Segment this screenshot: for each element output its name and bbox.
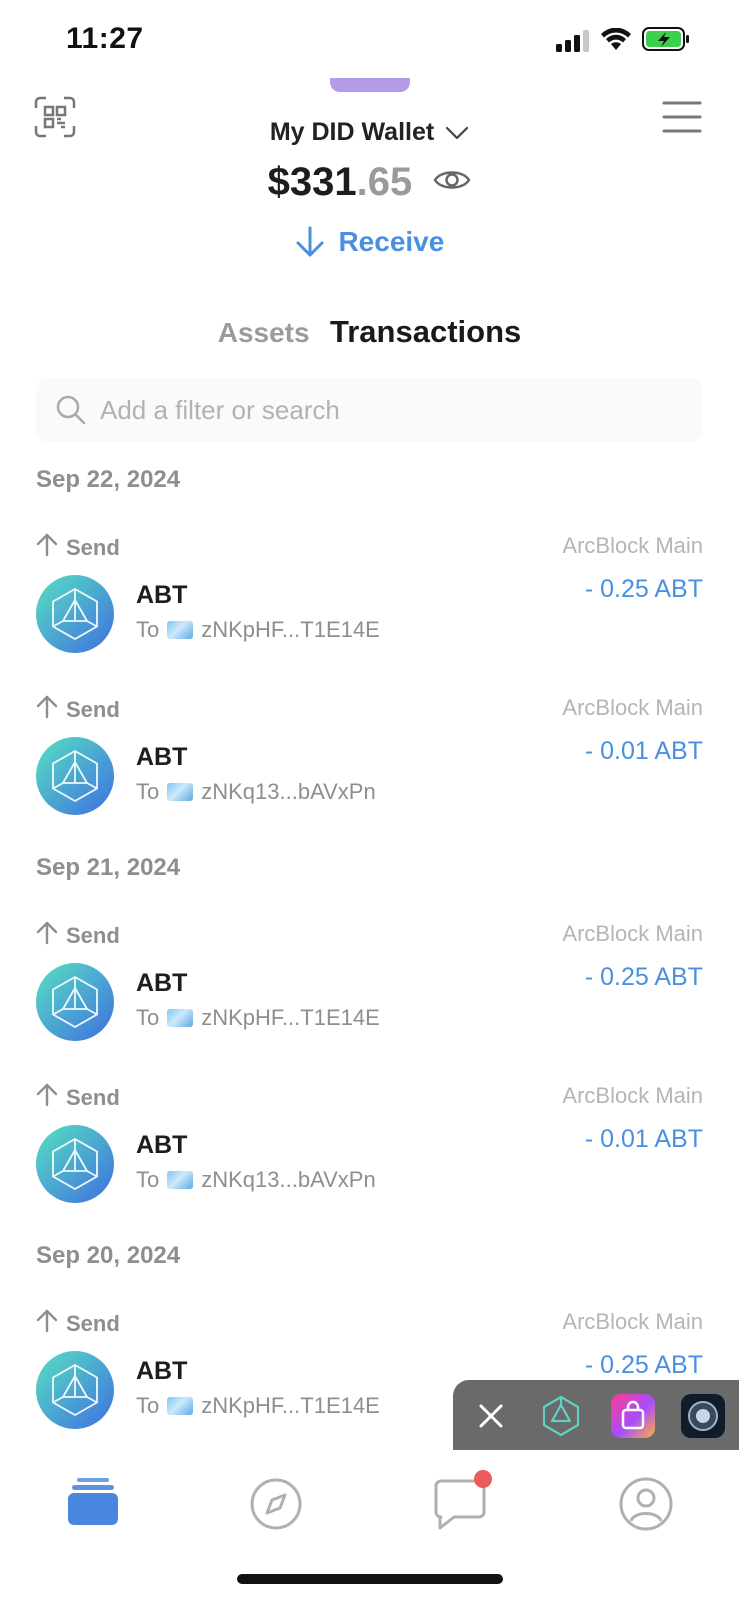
receive-button[interactable]: Receive [0,226,739,260]
abt-token-icon [36,1125,114,1203]
tx-address: zNKq13...bAVxPn [201,779,376,804]
dark-app-icon[interactable] [681,1394,725,1438]
search-bar[interactable] [36,378,703,442]
tx-amount: - 0.25 ABT [584,1351,703,1379]
abt-token-icon [36,963,114,1041]
tx-type-label: Send [66,1085,120,1110]
tx-type-label: Send [66,1311,120,1336]
receive-label: Receive [338,226,445,257]
battery-icon [642,27,689,51]
arrow-up-icon [36,1083,66,1113]
tx-to-prefix: To [136,1393,160,1418]
profile-icon [619,1477,673,1531]
wallet-name: My DID Wallet [269,118,435,146]
tab-assets[interactable]: Assets [218,317,310,349]
tx-to-prefix: To [136,1005,160,1030]
tx-token: ABT [136,581,188,609]
tx-type: Send [36,533,120,563]
tx-to-prefix: To [136,1167,160,1192]
tx-type-label: Send [66,697,120,722]
tx-chain: ArcBlock Main [562,1309,703,1334]
arrow-up-icon [36,921,66,951]
address-avatar-icon [167,783,194,801]
wallet-avatar[interactable] [330,78,410,92]
abt-token-icon [36,737,114,815]
tx-to-prefix: To [136,779,160,804]
address-avatar-icon [167,621,194,639]
arrow-up-icon [36,695,66,725]
tx-amount: - 0.01 ABT [584,737,703,765]
nav-profile[interactable] [616,1474,676,1534]
transaction-item[interactable]: Send ArcBlock Main ABT To zNKq13...bAVxPn - 0… [0,1069,739,1231]
wifi-icon [601,28,631,50]
address-avatar-icon [167,1009,194,1027]
tx-token: ABT [136,1131,188,1159]
chevron-down-icon [446,127,469,140]
tx-type: Send [36,1309,120,1339]
signal-icon [556,30,589,52]
tx-recipient: To zNKq13...bAVxPn [136,1167,376,1193]
tx-recipient: To zNKpHF...T1E14E [136,1393,380,1419]
arrow-up-icon [36,533,66,563]
tx-token: ABT [136,969,188,997]
tx-chain: ArcBlock Main [562,533,703,558]
arrow-up-icon [36,1309,66,1339]
tx-address: zNKpHF...T1E14E [201,1005,380,1030]
store-app-icon[interactable] [611,1394,655,1438]
tx-address: zNKpHF...T1E14E [201,617,380,642]
tx-amount: - 0.25 ABT [584,963,703,991]
floating-app-panel [453,1380,739,1452]
transaction-item[interactable]: Send ArcBlock Main ABT To zNKpHF...T1E14E - 0… [0,519,739,681]
tx-chain: ArcBlock Main [562,695,703,720]
status-bar: 11:27 [0,0,739,80]
tx-token: ABT [136,1357,188,1385]
abt-app-icon[interactable] [539,1394,583,1438]
date-header: Sep 21, 2024 [36,854,181,881]
transaction-item[interactable]: Send ArcBlock Main ABT To zNKpHF...T1E14E - 0… [0,907,739,1069]
wallet-selector[interactable]: My DID Wallet [0,118,739,147]
abt-token-icon [36,575,114,653]
balance-integer: $331 [267,160,357,204]
tx-recipient: To zNKq13...bAVxPn [136,779,376,805]
tx-type-label: Send [66,923,120,948]
abt-token-icon [36,1351,114,1429]
tx-chain: ArcBlock Main [562,921,703,946]
balance: $331.65 [0,160,739,205]
wallet-icon [68,1478,118,1525]
balance-decimal: .65 [356,160,413,204]
arrow-down-icon [296,226,324,257]
address-avatar-icon [167,1397,194,1415]
tx-chain: ArcBlock Main [562,1083,703,1108]
tx-type: Send [36,921,120,951]
tx-token: ABT [136,743,188,771]
date-header: Sep 22, 2024 [36,466,181,493]
notification-badge [474,1470,492,1488]
eye-icon[interactable] [433,167,471,193]
tx-amount: - 0.01 ABT [584,1125,703,1153]
tx-address: zNKpHF...T1E14E [201,1393,380,1418]
tx-type: Send [36,1083,120,1113]
tx-type: Send [36,695,120,725]
tx-amount: - 0.25 ABT [584,575,703,603]
search-input[interactable] [100,390,680,430]
nav-messages[interactable] [430,1470,492,1534]
tx-address: zNKq13...bAVxPn [201,1167,376,1192]
transaction-item[interactable]: Send ArcBlock Main ABT To zNKq13...bAVxPn - 0… [0,681,739,843]
nav-wallet[interactable] [63,1474,123,1534]
search-icon [56,395,86,425]
tx-type-label: Send [66,535,120,560]
transaction-list[interactable]: Sep 22, 2024 Send ArcBlock Main ABT To zNKpHF… [0,455,739,1450]
address-avatar-icon [167,1171,194,1189]
tx-recipient: To zNKpHF...T1E14E [136,617,380,643]
date-header: Sep 20, 2024 [36,1242,181,1269]
tab-bar: Assets Transactions [0,314,739,350]
compass-icon [250,1478,302,1530]
tx-to-prefix: To [136,617,160,642]
home-indicator [237,1574,503,1584]
status-time: 11:27 [66,22,144,55]
tab-transactions[interactable]: Transactions [330,314,521,350]
nav-explore[interactable] [246,1474,306,1534]
tx-recipient: To zNKpHF...T1E14E [136,1005,380,1031]
close-icon[interactable] [473,1398,509,1434]
